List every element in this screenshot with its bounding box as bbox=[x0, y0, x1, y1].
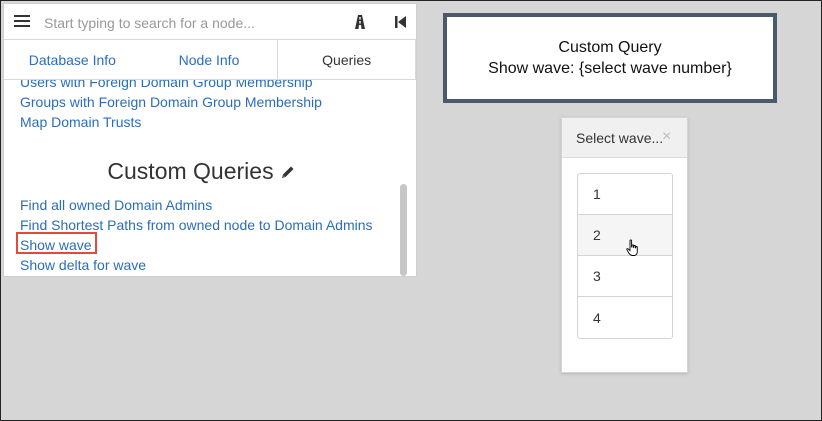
option-label: 3 bbox=[593, 268, 601, 284]
query-link[interactable]: Find all owned Domain Admins bbox=[20, 197, 212, 213]
query-tooltip: Custom Query Show wave: {select wave num… bbox=[443, 13, 777, 103]
hamburger-menu-icon[interactable] bbox=[12, 12, 32, 32]
query-link[interactable]: Groups with Foreign Domain Group Members… bbox=[20, 94, 322, 110]
close-icon[interactable]: × bbox=[662, 128, 671, 146]
query-link[interactable]: Show delta for wave bbox=[20, 257, 146, 273]
step-backward-icon[interactable] bbox=[390, 12, 410, 32]
query-link[interactable]: Users with Foreign Domain Group Membersh… bbox=[20, 80, 313, 90]
queries-list: Users with Foreign Domain Group Membersh… bbox=[4, 80, 399, 276]
tooltip-description: Show wave: {select wave number} bbox=[488, 60, 732, 77]
wave-option[interactable]: 4 bbox=[578, 297, 672, 338]
tab-database-info[interactable]: Database Info bbox=[4, 40, 141, 79]
wave-option[interactable]: 3 bbox=[578, 256, 672, 297]
option-label: 1 bbox=[593, 186, 601, 202]
road-icon[interactable] bbox=[350, 12, 370, 32]
tooltip-title: Custom Query bbox=[558, 39, 662, 56]
option-label: 4 bbox=[593, 309, 601, 326]
search-input[interactable] bbox=[42, 9, 336, 37]
query-link[interactable]: Map Domain Trusts bbox=[20, 114, 141, 130]
sidebar-panel: Database Info Node Info Queries Users wi… bbox=[3, 3, 417, 277]
wave-options-list: 1 2 3 4 bbox=[577, 173, 673, 339]
tab-node-info[interactable]: Node Info bbox=[141, 40, 278, 79]
wave-option[interactable]: 1 bbox=[578, 174, 672, 215]
query-link[interactable]: Find Shortest Paths from owned node to D… bbox=[20, 217, 373, 233]
option-label: 2 bbox=[593, 227, 601, 243]
search-bar bbox=[4, 4, 416, 40]
tab-queries[interactable]: Queries bbox=[277, 40, 416, 79]
custom-queries-heading: Custom Queries bbox=[4, 158, 399, 186]
highlight-box bbox=[16, 232, 97, 254]
scrollbar-thumb[interactable] bbox=[400, 184, 407, 276]
tab-bar: Database Info Node Info Queries bbox=[4, 40, 416, 80]
pencil-icon[interactable] bbox=[280, 159, 296, 186]
wave-option[interactable]: 2 bbox=[578, 215, 672, 256]
dialog-header: Select wave... × bbox=[562, 118, 687, 158]
dialog-title: Select wave... bbox=[576, 130, 664, 146]
custom-queries-title: Custom Queries bbox=[107, 158, 274, 184]
scrollbar[interactable] bbox=[399, 80, 407, 276]
select-wave-dialog: Select wave... × 1 2 3 4 bbox=[561, 117, 688, 373]
